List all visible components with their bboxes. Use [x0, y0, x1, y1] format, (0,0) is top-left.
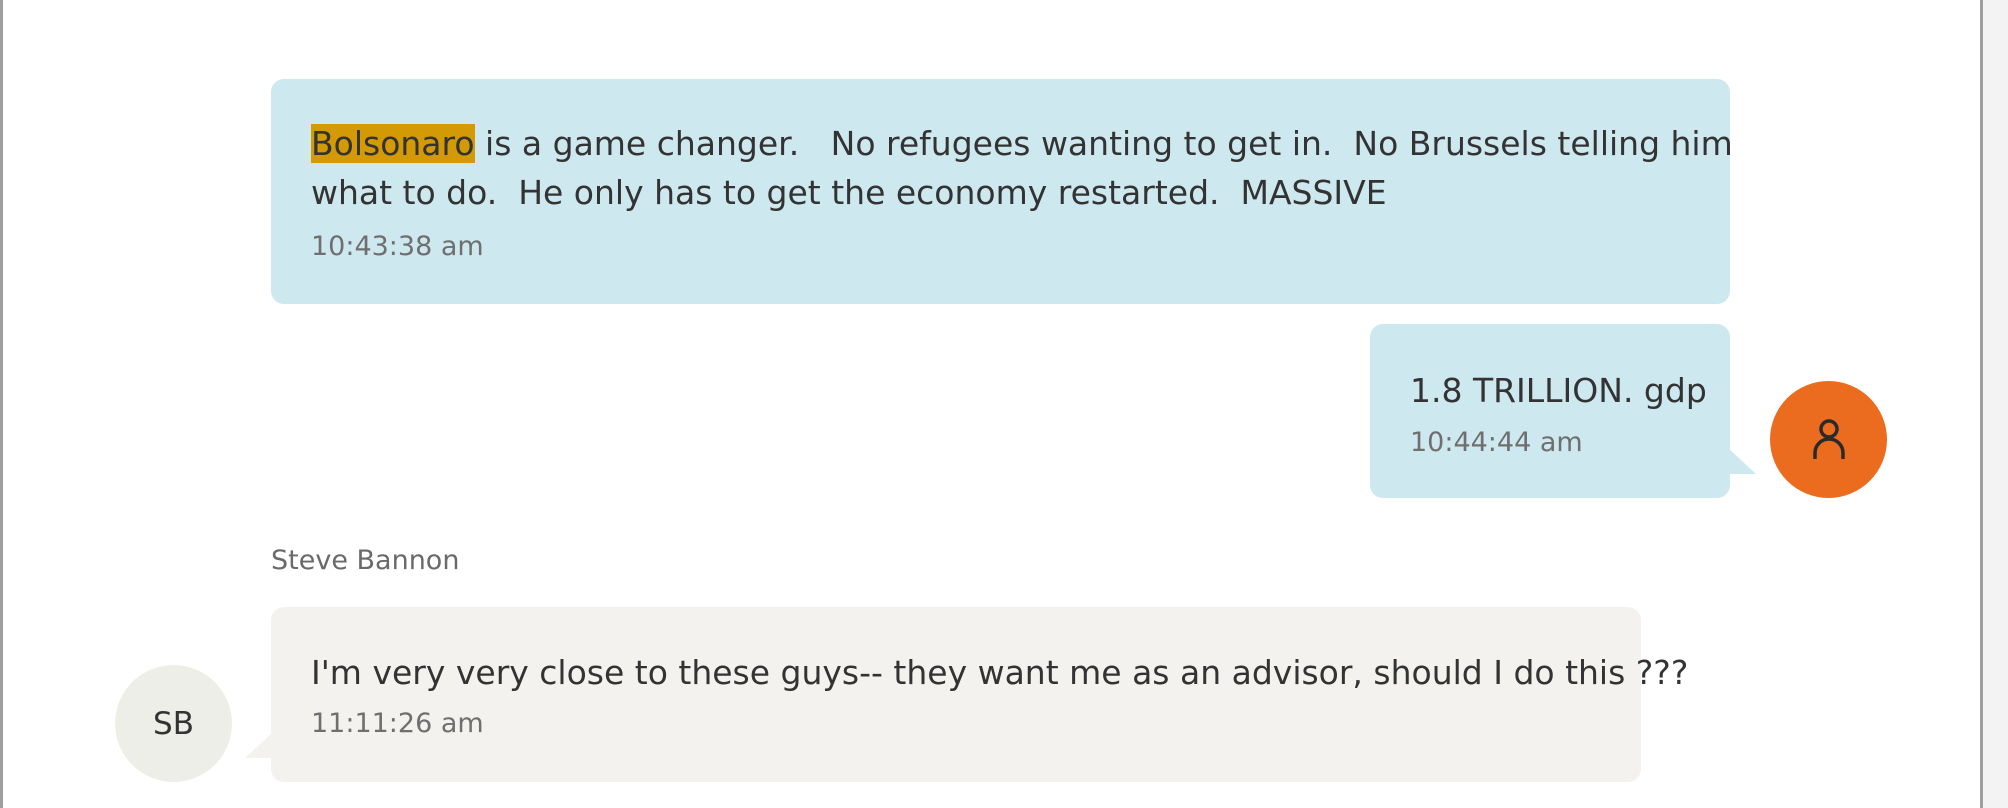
sender-name: Steve Bannon: [271, 545, 460, 576]
sender-avatar[interactable]: SB: [115, 665, 232, 782]
user-icon: [1812, 418, 1845, 459]
message-text: I'm very very close to these guys-- they…: [311, 653, 1689, 692]
bubble-tail: [245, 732, 273, 758]
my-avatar[interactable]: [1770, 381, 1887, 498]
chat-panel: Bolsonaro is a game changer. No refugees…: [0, 0, 2008, 808]
message-timestamp: 11:11:26 am: [311, 708, 484, 739]
search-highlight: Bolsonaro: [311, 124, 475, 163]
message-bubble-incoming[interactable]: I'm very very close to these guys-- they…: [271, 607, 1688, 782]
message-timestamp: 10:44:44 am: [1410, 427, 1583, 458]
message-timestamp: 10:43:38 am: [311, 231, 484, 262]
message-bubble-outgoing[interactable]: 1.8 TRILLION. gdp 10:44:44 am: [1370, 324, 1730, 498]
message-text: Bolsonaro is a game changer. No refugees…: [311, 119, 1733, 168]
avatar-initials: SB: [153, 705, 194, 742]
scrollbar-track[interactable]: [1980, 0, 2008, 808]
message-bubble-outgoing[interactable]: Bolsonaro is a game changer. No refugees…: [271, 79, 1733, 304]
bubble-tail: [1728, 448, 1756, 474]
message-text-line2: what to do. He only has to get the econo…: [311, 173, 1387, 212]
message-text-line1: is a game changer. No refugees wanting t…: [474, 124, 1733, 163]
message-text: 1.8 TRILLION. gdp: [1410, 371, 1707, 410]
